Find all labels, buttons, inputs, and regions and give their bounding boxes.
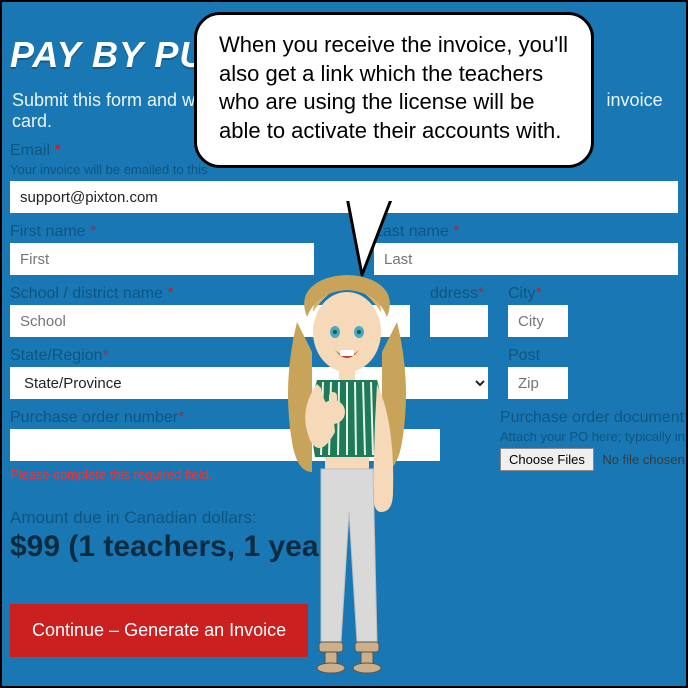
app-frame: PAY BY PURCHASE ORDER Submit this form a… — [0, 0, 688, 688]
choose-files-button[interactable]: Choose Files — [500, 448, 594, 471]
postal-input[interactable] — [508, 367, 568, 399]
speech-bubble: When you receive the invoice, you'll als… — [194, 12, 594, 168]
po-document-label: Purchase order document* — [500, 409, 688, 427]
firstname-input[interactable] — [10, 243, 314, 275]
city-label: City* — [508, 285, 678, 303]
lastname-label: Last name * — [374, 223, 678, 241]
postal-label-fragment: Post — [508, 347, 678, 365]
file-chosen-status: No file chosen — [602, 452, 684, 467]
continue-button[interactable]: Continue – Generate an Invoice — [10, 604, 308, 657]
city-input[interactable] — [508, 305, 568, 337]
avatar-illustration — [277, 262, 417, 682]
speech-bubble-tail-icon — [337, 197, 397, 277]
lastname-input[interactable] — [374, 243, 678, 275]
po-document-hint: Attach your PO here; typically in PDF fo… — [500, 429, 688, 444]
address-input[interactable] — [430, 305, 488, 337]
firstname-label: First name * — [10, 223, 314, 241]
address-label-fragment: ddress* — [430, 285, 488, 303]
